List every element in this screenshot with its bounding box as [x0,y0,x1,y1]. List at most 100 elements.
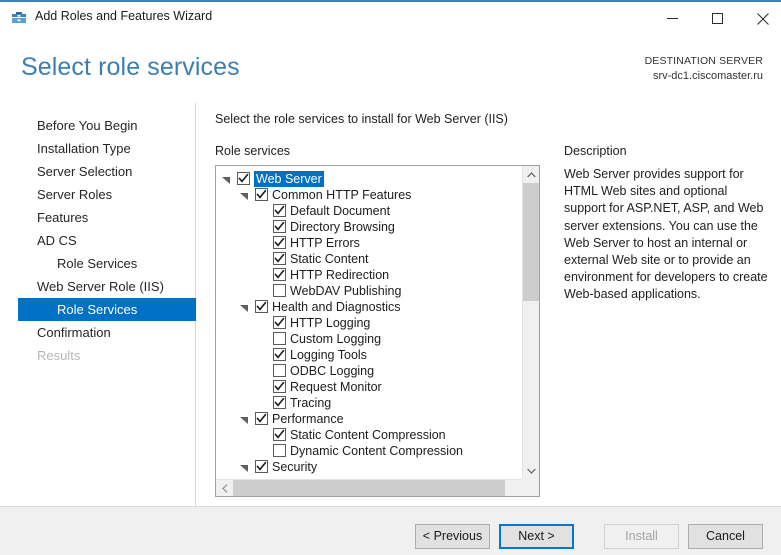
maximize-button[interactable] [695,4,740,33]
sidebar-item-label: Server Roles [37,187,113,202]
checkbox-checked[interactable] [255,300,268,313]
check-icon [274,381,285,395]
tree-item-label: Web Server [254,171,324,187]
expander-expanded-icon[interactable] [240,191,249,200]
sidebar-item-before-you-begin[interactable]: Before You Begin [18,114,196,137]
check-icon [274,429,285,443]
sidebar-item-label: Role Services [57,256,138,271]
tree-item[interactable]: HTTP Errors [216,235,522,251]
sidebar-item-results: Results [18,344,196,367]
tree-item[interactable]: HTTP Redirection [216,267,522,283]
sidebar-item-label: Features [37,210,89,225]
sidebar-item-features[interactable]: Features [18,206,196,229]
checkbox-unchecked[interactable] [273,332,286,345]
sidebar-item-role-services[interactable]: Role Services [18,252,196,275]
tree-item-label: Common HTTP Features [272,188,412,202]
checkbox-checked[interactable] [255,412,268,425]
tree-vertical-scrollbar[interactable] [522,166,539,479]
checkbox-checked[interactable] [273,236,286,249]
tree-item[interactable]: HTTP Logging [216,315,522,331]
tree-item-label: Security [272,460,318,474]
check-icon [274,269,285,283]
checkbox-checked[interactable] [255,188,268,201]
tree-item[interactable]: Web Server [216,171,522,187]
sidebar-item-installation-type[interactable]: Installation Type [18,137,196,160]
role-services-tree[interactable]: Web Server Common HTTP Features Default Do… [215,165,540,497]
tree-item-label: HTTP Logging [290,316,371,330]
tree-item-label: Default Document [290,204,391,218]
sidebar-item-confirmation[interactable]: Confirmation [18,321,196,344]
horizontal-scroll-thumb[interactable] [233,480,505,496]
tree-item[interactable]: Directory Browsing [216,219,522,235]
checkbox-checked[interactable] [273,204,286,217]
checkbox-unchecked[interactable] [273,284,286,297]
checkbox-checked[interactable] [273,428,286,441]
tree-item[interactable]: Logging Tools [216,347,522,363]
page-title: Select role services [21,53,240,81]
check-icon [238,173,249,187]
previous-button[interactable]: < Previous [415,524,490,549]
add-roles-features-wizard-window: Add Roles and Features Wizard Select rol… [0,0,781,555]
scroll-down-icon[interactable] [523,462,539,479]
checkbox-checked[interactable] [273,316,286,329]
tree-item[interactable]: Request Monitor [216,379,522,395]
tree-item-label: Custom Logging [290,332,382,346]
cancel-button[interactable]: Cancel [688,524,763,549]
tree-item[interactable]: ODBC Logging [216,363,522,379]
tree-item[interactable]: Static Content [216,251,522,267]
scrollbar-corner [522,479,539,496]
checkbox-checked[interactable] [255,460,268,473]
checkbox-unchecked[interactable] [273,444,286,457]
scroll-left-icon[interactable] [216,480,233,496]
tree-item-label: Request Monitor [290,380,382,394]
expander-expanded-icon[interactable] [240,463,249,472]
wizard-sidebar: Before You Begin Installation Type Server … [0,103,196,506]
close-button[interactable] [740,4,781,33]
tree-item[interactable]: Default Document [216,203,522,219]
sidebar-item-web-server-role-iis[interactable]: Web Server Role (IIS) [18,275,196,298]
expander-expanded-icon[interactable] [240,415,249,424]
tree-item[interactable]: Health and Diagnostics [216,299,522,315]
checkbox-checked[interactable] [273,396,286,409]
destination-server-name: srv-dc1.ciscomaster.ru [652,70,763,82]
sidebar-item-label: Confirmation [37,325,111,340]
tree-item-label: Performance [272,412,344,426]
sidebar-item-role-services[interactable]: Role Services [18,298,196,321]
tree-viewport: Web Server Common HTTP Features Default Do… [216,166,522,479]
vertical-scroll-thumb[interactable] [523,183,539,301]
sidebar-item-server-selection[interactable]: Server Selection [18,160,196,183]
tree-item[interactable]: WebDAV Publishing [216,283,522,299]
checkbox-checked[interactable] [273,252,286,265]
sidebar-item-label: Web Server Role (IIS) [37,279,164,294]
checkbox-checked[interactable] [273,268,286,281]
sidebar-item-label: Before You Begin [37,118,138,133]
next-button[interactable]: Next > [499,524,574,549]
expander-expanded-icon[interactable] [240,303,249,312]
check-icon [274,237,285,251]
tree-item[interactable]: Security [216,459,522,475]
tree-item[interactable]: Common HTTP Features [216,187,522,203]
tree-horizontal-scrollbar[interactable] [216,479,539,496]
tree-item[interactable]: Tracing [216,395,522,411]
tree-item-label: Static Content [290,252,369,266]
check-icon [256,189,267,203]
sidebar-item-ad-cs[interactable]: AD CS [18,229,196,252]
checkbox-checked[interactable] [273,380,286,393]
checkbox-unchecked[interactable] [273,364,286,377]
expander-expanded-icon[interactable] [222,175,231,184]
sidebar-item-server-roles[interactable]: Server Roles [18,183,196,206]
tree-item[interactable]: Dynamic Content Compression [216,443,522,459]
window-titlebar: Add Roles and Features Wizard [0,0,781,31]
tree-item[interactable]: Static Content Compression [216,427,522,443]
checkbox-checked[interactable] [273,220,286,233]
minimize-button[interactable] [650,4,695,33]
tree-item[interactable]: Custom Logging [216,331,522,347]
tree-item-label: ODBC Logging [290,364,375,378]
scroll-up-icon[interactable] [523,166,539,183]
destination-server-label: DESTINATION SERVER [644,55,763,67]
checkbox-checked[interactable] [273,348,286,361]
sidebar-item-label: AD CS [37,233,77,248]
check-icon [274,221,285,235]
checkbox-checked[interactable] [237,172,250,185]
tree-item[interactable]: Performance [216,411,522,427]
